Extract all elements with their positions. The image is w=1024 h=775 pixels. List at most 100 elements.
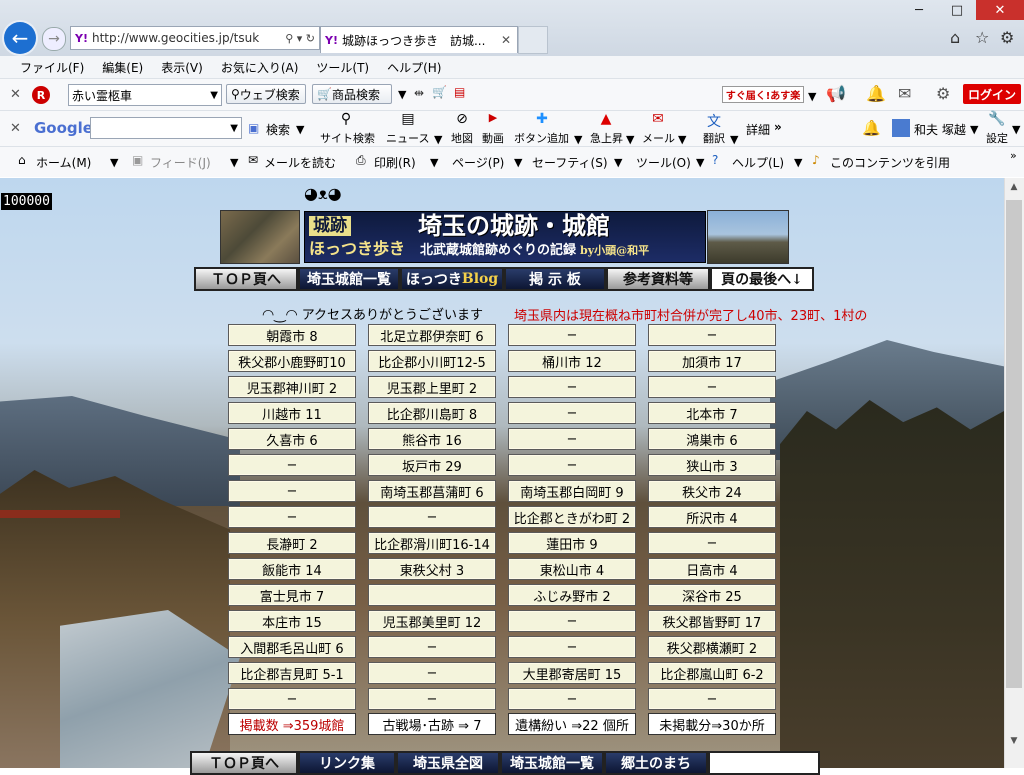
municipality-cell[interactable]: 東松山市 4: [508, 558, 636, 580]
scrollbar-thumb[interactable]: [1006, 200, 1022, 688]
menu-help[interactable]: ヘルプ(H): [387, 59, 441, 76]
cart-icon[interactable]: 🛒: [432, 85, 447, 99]
municipality-cell[interactable]: 入間郡毛呂山町 6: [228, 636, 356, 658]
municipality-cell[interactable]: 本庄市 15: [228, 610, 356, 632]
municipality-cell[interactable]: 南埼玉郡菖蒲町 6: [368, 480, 496, 502]
municipality-cell[interactable]: 秩父郡横瀬町 2: [648, 636, 776, 658]
history-icon[interactable]: ▤: [454, 85, 465, 99]
nav-references[interactable]: 参考資料等: [606, 267, 710, 291]
address-bar[interactable]: Y! http://www.geocities.jp/tsuk ⚲ ▾ ↻: [70, 26, 320, 50]
municipality-cell[interactable]: 東秩父村 3: [368, 558, 496, 580]
home-icon[interactable]: ⌂: [950, 28, 960, 47]
municipality-cell[interactable]: 比企郡滑川町16-14: [368, 532, 496, 554]
bottom-nav-page-top[interactable]: [708, 751, 820, 775]
municipality-cell[interactable]: 深谷市 25: [648, 584, 776, 606]
mail-icon[interactable]: ✉: [898, 84, 911, 103]
forward-button[interactable]: →: [42, 27, 66, 51]
rising-button[interactable]: 急上昇: [590, 130, 623, 146]
municipality-cell[interactable]: −: [648, 532, 776, 554]
scroll-up-icon[interactable]: ▲: [1006, 182, 1022, 196]
add-button-button[interactable]: ボタン追加: [514, 130, 569, 146]
new-tab-button[interactable]: [518, 26, 548, 54]
dropdown-icon[interactable]: ▼: [514, 156, 522, 169]
google-search-button[interactable]: 検索: [266, 121, 290, 138]
municipality-cell[interactable]: 加須市 17: [648, 350, 776, 372]
municipality-cell[interactable]: −: [508, 376, 636, 398]
browser-tab[interactable]: Y! 城跡ほっつき歩き 訪城... ✕: [320, 26, 518, 53]
municipality-cell[interactable]: 秩父郡小鹿野町10: [228, 350, 356, 372]
municipality-cell[interactable]: 大里郡寄居町 15: [508, 662, 636, 684]
municipality-cell[interactable]: −: [368, 662, 496, 684]
municipality-cell[interactable]: −: [508, 454, 636, 476]
feed-button[interactable]: フィード(J): [150, 154, 211, 171]
municipality-cell[interactable]: −: [228, 480, 356, 502]
bottom-nav-top[interactable]: ＴＯＰ頁へ: [190, 751, 298, 775]
municipality-cell[interactable]: −: [508, 428, 636, 450]
site-search-button[interactable]: サイト検索: [320, 130, 375, 146]
gear-icon[interactable]: ⚙: [1000, 28, 1014, 47]
minimize-button[interactable]: ─: [900, 0, 938, 20]
menu-file[interactable]: ファイル(F): [20, 59, 84, 76]
municipality-cell[interactable]: 児玉郡神川町 2: [228, 376, 356, 398]
close-toolbar-icon[interactable]: ✕: [10, 87, 21, 102]
municipality-cell[interactable]: 比企郡小川町12-5: [368, 350, 496, 372]
login-button[interactable]: ログイン: [963, 84, 1021, 104]
municipality-cell[interactable]: 秩父郡皆野町 17: [648, 610, 776, 632]
map-button[interactable]: 地図: [451, 130, 473, 146]
dropdown-icon[interactable]: ▼: [296, 123, 304, 136]
cite-button[interactable]: このコンテンツを引用: [830, 154, 950, 171]
tools-menu[interactable]: ツール(O): [636, 154, 691, 171]
municipality-cell[interactable]: [368, 584, 496, 606]
nav-page-bottom[interactable]: 頁の最後へ↓: [710, 267, 814, 291]
video-button[interactable]: 動画: [482, 130, 504, 146]
bottom-nav-castle-list[interactable]: 埼玉城館一覧: [500, 751, 604, 775]
google-search-input[interactable]: ▼: [90, 117, 242, 139]
municipality-cell[interactable]: 坂戸市 29: [368, 454, 496, 476]
megaphone-icon[interactable]: 📢: [826, 84, 846, 103]
dropdown-icon[interactable]: ▼: [574, 133, 582, 146]
municipality-cell[interactable]: 熊谷市 16: [368, 428, 496, 450]
menu-edit[interactable]: 編集(E): [102, 59, 143, 76]
back-button[interactable]: ←: [4, 22, 36, 54]
municipality-cell[interactable]: ふじみ野市 2: [508, 584, 636, 606]
municipality-cell[interactable]: 鴻巣市 6: [648, 428, 776, 450]
municipality-cell[interactable]: 富士見市 7: [228, 584, 356, 606]
rakuten-search-input[interactable]: 赤い霊柩車 ▼: [68, 84, 222, 106]
details-button[interactable]: 詳細: [746, 121, 770, 138]
mail-button[interactable]: メール: [642, 130, 675, 146]
translate-button[interactable]: 翻訳: [703, 130, 725, 146]
close-tab-icon[interactable]: ✕: [501, 33, 511, 47]
municipality-cell[interactable]: −: [508, 402, 636, 424]
municipality-cell[interactable]: −: [648, 324, 776, 346]
page-menu[interactable]: ページ(P): [452, 154, 504, 171]
municipality-cell[interactable]: 飯能市 14: [228, 558, 356, 580]
more-icon[interactable]: »: [774, 120, 782, 134]
municipality-cell[interactable]: −: [648, 376, 776, 398]
asuraku-promo[interactable]: すぐ届く!あす楽: [722, 86, 804, 103]
municipality-cell[interactable]: 比企郡嵐山町 6-2: [648, 662, 776, 684]
settings-button[interactable]: 設定: [986, 130, 1008, 146]
municipality-cell[interactable]: −: [368, 688, 496, 710]
municipality-cell[interactable]: 児玉郡上里町 2: [368, 376, 496, 398]
municipality-cell[interactable]: 秩父市 24: [648, 480, 776, 502]
municipality-cell[interactable]: 川越市 11: [228, 402, 356, 424]
bottom-nav-links[interactable]: リンク集: [298, 751, 396, 775]
municipality-cell[interactable]: −: [648, 688, 776, 710]
nav-top-page[interactable]: ＴＯＰ頁へ: [194, 267, 298, 291]
municipality-cell[interactable]: 桶川市 12: [508, 350, 636, 372]
bottom-nav-hometown[interactable]: 郷土のまち: [604, 751, 708, 775]
address-tools-icon[interactable]: ⚲ ▾ ↻: [285, 32, 315, 45]
safety-menu[interactable]: セーフティ(S): [532, 154, 608, 171]
dropdown-icon[interactable]: ▼: [696, 156, 704, 169]
nav-bbs[interactable]: 掲 示 板: [504, 267, 606, 291]
municipality-cell[interactable]: 久喜市 6: [228, 428, 356, 450]
dropdown-icon[interactable]: ▼: [970, 123, 978, 136]
resize-icon[interactable]: ⇹: [414, 86, 424, 100]
dropdown-icon[interactable]: ▼: [110, 156, 118, 169]
municipality-cell[interactable]: 児玉郡美里町 12: [368, 610, 496, 632]
municipality-cell[interactable]: −: [368, 636, 496, 658]
dropdown-icon[interactable]: ▼: [434, 133, 442, 146]
dropdown-icon[interactable]: ▼: [430, 156, 438, 169]
menu-favorites[interactable]: お気に入り(A): [221, 59, 299, 76]
maximize-button[interactable]: □: [938, 0, 976, 20]
